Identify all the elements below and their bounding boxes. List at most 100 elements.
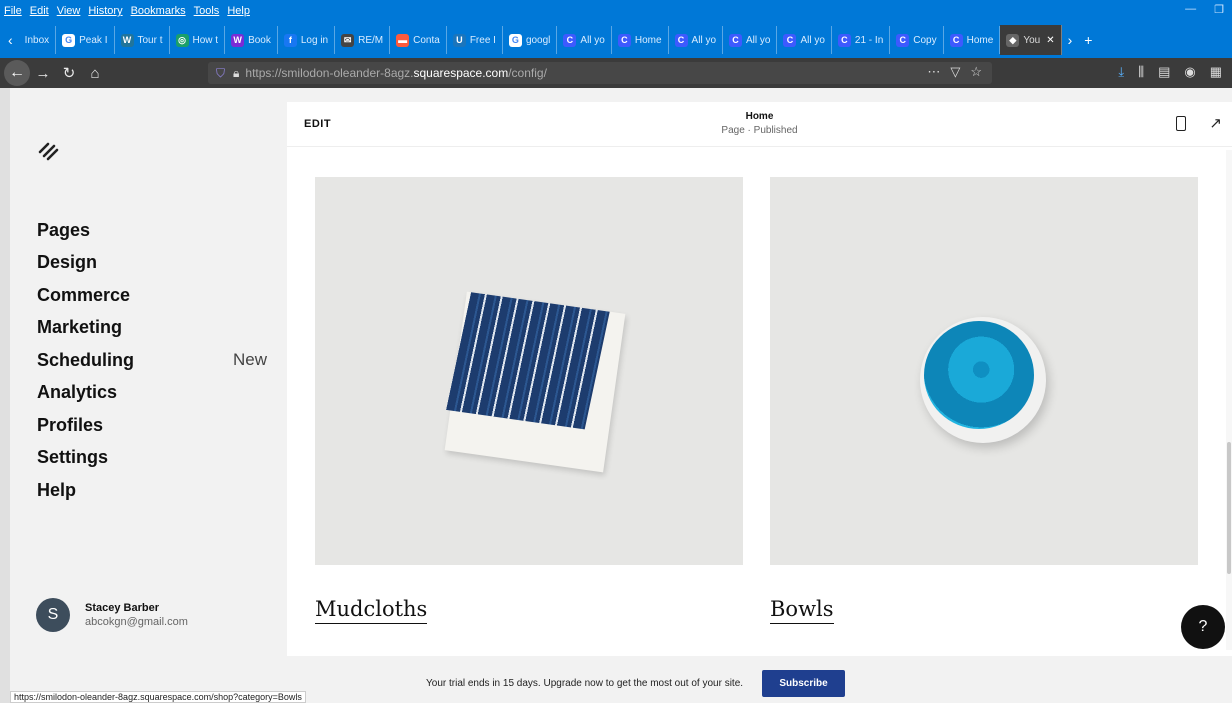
tab-scroll-right-icon[interactable]: › (1062, 32, 1079, 48)
tab-label: Copy (913, 34, 937, 46)
download-icon[interactable]: ⤓ (1118, 64, 1124, 80)
tab-label: Home (966, 34, 994, 46)
browser-tab[interactable]: ◎ How t (170, 26, 226, 54)
menu-view[interactable]: View (57, 5, 81, 17)
browser-tab[interactable]: W Tour t (115, 26, 170, 54)
tab-scroll-left-icon[interactable]: ‹ (2, 32, 19, 48)
tab-label: Home (634, 34, 662, 46)
mobile-preview-icon[interactable] (1176, 116, 1186, 131)
c-icon: C (896, 33, 910, 47)
category-image-bowls[interactable] (770, 177, 1198, 565)
menu-history[interactable]: History (88, 5, 122, 17)
navigation-bar: ← → ↻ ⌂ ⛉ 🔒︎ https://smilodon-oleander-8… (0, 58, 1232, 88)
url-prefix: https://smilodon-oleander-8agz. (245, 66, 414, 80)
browser-tab[interactable]: ▬ Conta (390, 26, 447, 54)
menu-file[interactable]: File (4, 5, 22, 17)
browser-tab[interactable]: C All yo (557, 26, 612, 54)
browser-tab[interactable]: G Peak I (56, 26, 115, 54)
back-icon[interactable]: ← (4, 60, 30, 86)
w-icon: W (231, 33, 245, 47)
browser-tab[interactable]: C Home (944, 26, 1001, 54)
address-bar[interactable]: ⛉ 🔒︎ https://smilodon-oleander-8agz. squa… (208, 62, 992, 84)
sidebar-item-label: Scheduling (37, 349, 135, 370)
subscribe-button[interactable]: Subscribe (762, 670, 845, 697)
browser-tab[interactable]: ✉ RE/M (335, 26, 391, 54)
browser-tab[interactable]: W Book (225, 26, 278, 54)
browser-tab-active[interactable]: ◆ You ✕ (1000, 25, 1062, 55)
menu-bookmarks[interactable]: Bookmarks (131, 5, 186, 17)
help-button[interactable]: ? (1181, 605, 1225, 649)
sidebar-item-label: Commerce (37, 284, 131, 305)
browser-tab[interactable]: C Copy (890, 26, 944, 54)
browser-tab[interactable]: C 21 - In (832, 26, 891, 54)
pocket-icon[interactable]: ▽ (950, 64, 960, 80)
forward-icon[interactable]: → (30, 65, 56, 82)
menu-help[interactable]: Help (227, 5, 250, 17)
squarespace-icon: ◆ (1006, 33, 1020, 47)
sidebar-item-scheduling[interactable]: Scheduling New (37, 344, 267, 377)
browser-tab[interactable]: C All yo (723, 26, 778, 54)
sidebar: Pages Design Commerce Marketing Scheduli… (10, 88, 287, 692)
browser-tab[interactable]: C All yo (777, 26, 832, 54)
menu-edit[interactable]: Edit (30, 5, 49, 17)
sidebar-item-pages[interactable]: Pages (37, 214, 267, 247)
sidebar-item-commerce[interactable]: Commerce (37, 279, 267, 312)
open-site-icon[interactable]: ↗ (1209, 114, 1222, 132)
browser-tab[interactable]: Ggoogl (503, 26, 558, 54)
sidebar-item-analytics[interactable]: Analytics (37, 377, 267, 410)
sidebar-item-marketing[interactable]: Marketing (37, 312, 267, 345)
browser-tab[interactable]: U Free I (447, 26, 503, 54)
sidebar-item-design[interactable]: Design (37, 247, 267, 280)
editor-header: EDIT Home Page · Published ↗ (287, 102, 1232, 147)
sidebar-icon[interactable]: ▤ (1158, 64, 1170, 80)
sidebar-item-profiles[interactable]: Profiles (37, 409, 267, 442)
tab-label: RE/M (358, 34, 384, 46)
library-icon[interactable]: ⫼ (1138, 64, 1144, 80)
tab-label: Inbox (24, 34, 50, 46)
restore-icon[interactable]: ❐ (1214, 3, 1224, 16)
account-icon[interactable]: ◉ (1184, 64, 1195, 80)
tab-label: Conta (413, 34, 440, 46)
extension-icon[interactable]: ▦ (1210, 64, 1222, 80)
scrollbar-thumb[interactable] (1227, 442, 1231, 574)
category-link-mudcloths[interactable]: Mudcloths (315, 597, 428, 624)
profile-name: Stacey Barber (85, 602, 159, 614)
minimize-icon[interactable]: — (1185, 3, 1196, 16)
category-link-bowls[interactable]: Bowls (770, 597, 834, 624)
c-icon: C (563, 33, 577, 47)
page-title: Home (745, 111, 774, 122)
c-icon: C (674, 33, 688, 47)
new-tab-icon[interactable]: + (1078, 32, 1098, 48)
sidebar-item-label: Marketing (37, 317, 123, 338)
tab-label: Peak I (79, 34, 108, 46)
c-icon: C (837, 33, 851, 47)
bookmark-star-icon[interactable]: ☆ (970, 64, 982, 80)
squarespace-logo-icon[interactable] (37, 140, 61, 168)
browser-tab[interactable]: Inbox (19, 26, 57, 54)
category-image-mudcloths[interactable] (315, 177, 743, 565)
user-profile[interactable]: S Stacey Barber abcokgn@gmail.com (36, 598, 188, 632)
close-tab-icon[interactable]: ✕ (1046, 35, 1054, 46)
browser-tab[interactable]: C All yo (669, 26, 723, 54)
globe-icon: ◎ (175, 33, 189, 47)
mudcloth-image (444, 291, 626, 473)
page-editor: EDIT Home Page · Published ↗ Mudcloths B… (287, 102, 1232, 656)
new-badge: New (232, 350, 267, 370)
menu-bar: File Edit View History Bookmarks Tools H… (0, 0, 1232, 22)
reload-icon[interactable]: ↻ (56, 64, 82, 82)
sidebar-item-help[interactable]: Help (37, 474, 267, 507)
more-icon[interactable]: ⋯ (927, 64, 940, 80)
editor-scrollbar[interactable] (1226, 150, 1232, 650)
google-icon: G (508, 33, 522, 47)
home-icon[interactable]: ⌂ (82, 65, 108, 82)
sidebar-item-settings[interactable]: Settings (37, 442, 267, 475)
tab-label: All yo (746, 34, 771, 46)
browser-tab[interactable]: f Log in (278, 26, 336, 54)
wordpress-icon: W (120, 33, 134, 47)
menu-tools[interactable]: Tools (194, 5, 220, 17)
browser-tab[interactable]: C Home (612, 26, 669, 54)
avatar: S (36, 598, 70, 632)
tab-label: How t (192, 34, 219, 46)
toolbar-icons: ⤓ ⫼ ▤ ◉ ▦ (1118, 64, 1222, 80)
bowl-image (920, 317, 1046, 443)
